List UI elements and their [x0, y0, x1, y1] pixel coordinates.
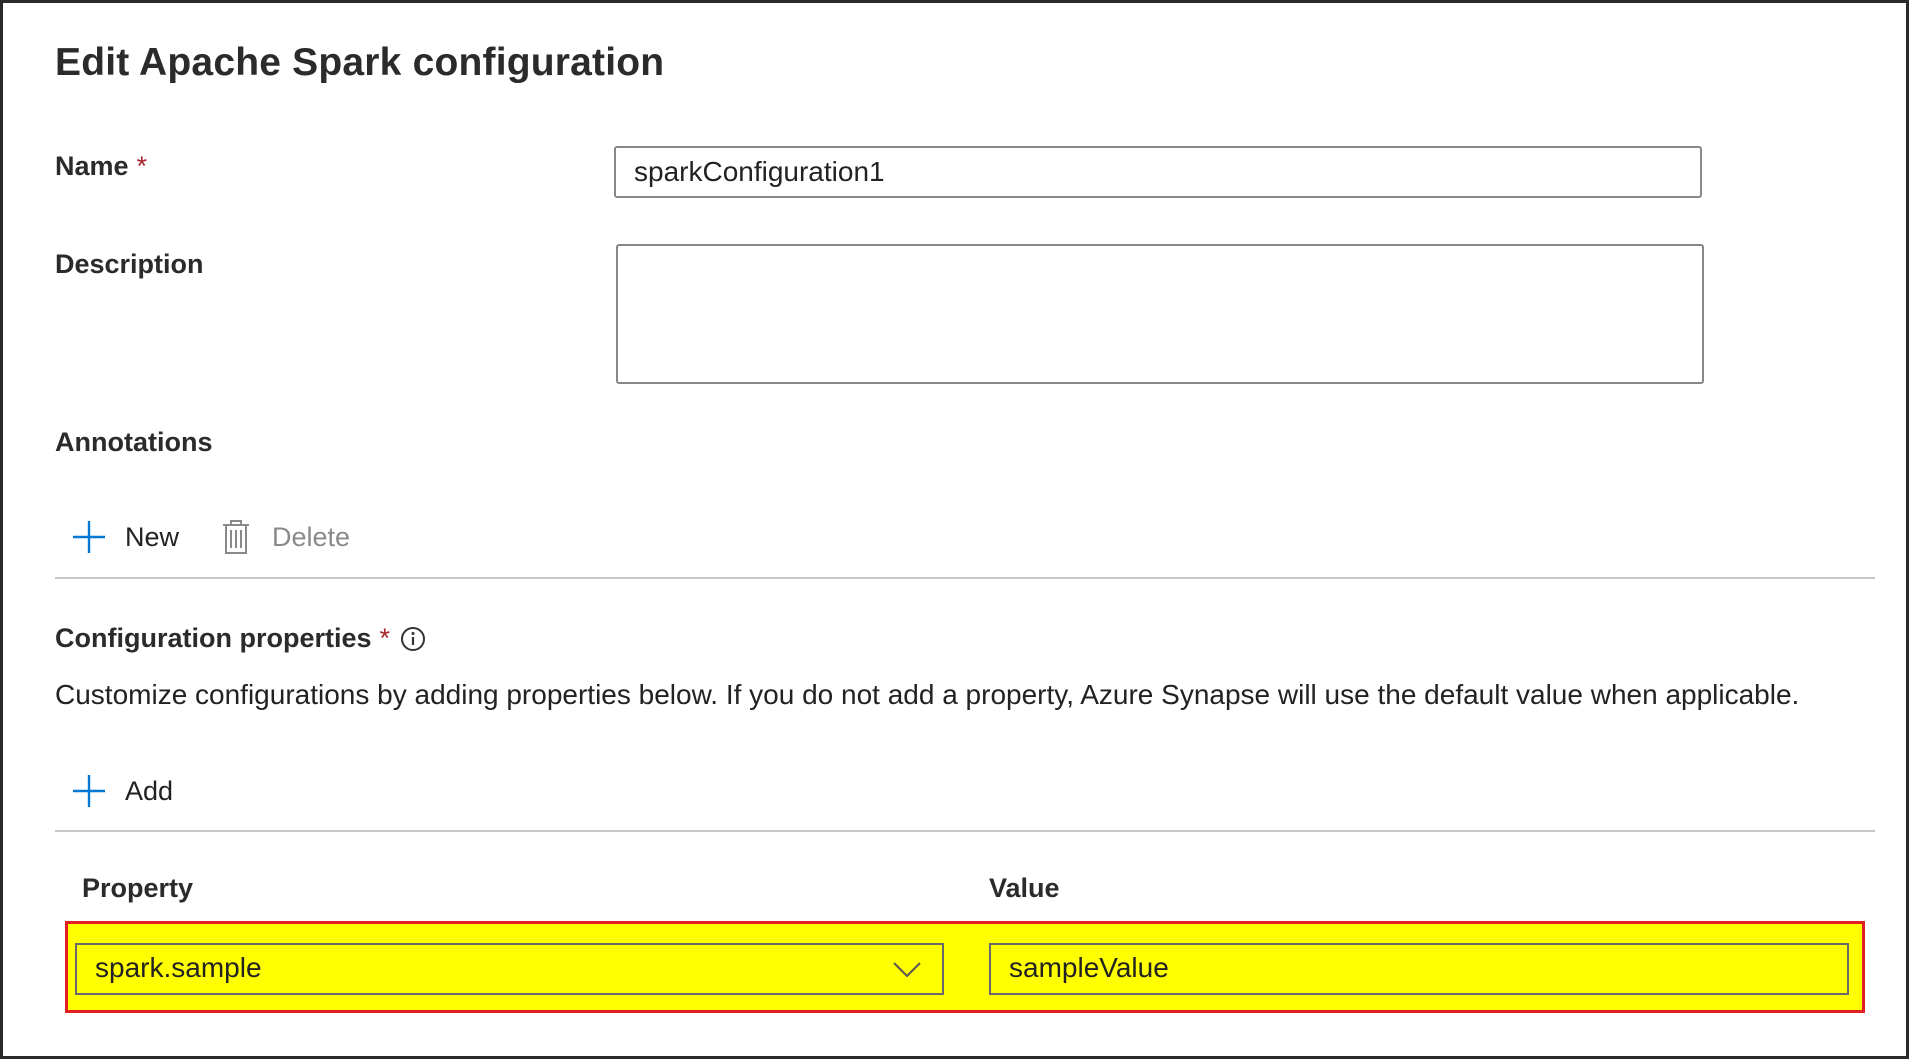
new-annotation-button[interactable]: New [71, 519, 179, 555]
name-input-value: sparkConfiguration1 [634, 156, 885, 187]
config-description: Customize configurations by adding prope… [55, 679, 1800, 710]
value-text: sampleValue [1009, 952, 1169, 983]
delete-label: Delete [272, 521, 351, 552]
required-marker: * [379, 623, 391, 653]
annotations-divider [55, 577, 1875, 579]
info-icon[interactable] [400, 626, 426, 652]
property-value: spark.sample [95, 952, 262, 983]
name-label-text: Name [55, 151, 129, 181]
column-header-property: Property [82, 873, 194, 903]
description-label: Description [55, 249, 204, 279]
add-label: Add [125, 775, 174, 806]
edit-spark-config-panel: Edit Apache Spark configuration Name * sp… [0, 0, 1909, 1059]
chevron-down-icon [892, 959, 922, 979]
page-title: Edit Apache Spark configuration [55, 41, 665, 84]
plus-icon [71, 519, 107, 555]
value-input[interactable]: sampleValue [989, 943, 1849, 995]
plus-icon [71, 773, 107, 809]
config-divider [55, 830, 1875, 832]
add-property-button[interactable]: Add [71, 773, 173, 809]
property-dropdown[interactable]: spark.sample [75, 943, 944, 995]
description-textarea[interactable] [616, 244, 1704, 384]
config-heading-text: Configuration properties [55, 623, 372, 653]
column-header-value: Value [989, 873, 1060, 903]
required-marker: * [136, 151, 148, 181]
delete-annotation-button[interactable]: Delete [220, 519, 350, 555]
name-label: Name * [55, 151, 147, 182]
annotations-heading: Annotations [55, 427, 213, 457]
config-heading: Configuration properties * [55, 623, 426, 654]
new-label: New [125, 521, 180, 552]
name-input[interactable]: sparkConfiguration1 [614, 146, 1702, 198]
trash-icon [220, 519, 252, 555]
